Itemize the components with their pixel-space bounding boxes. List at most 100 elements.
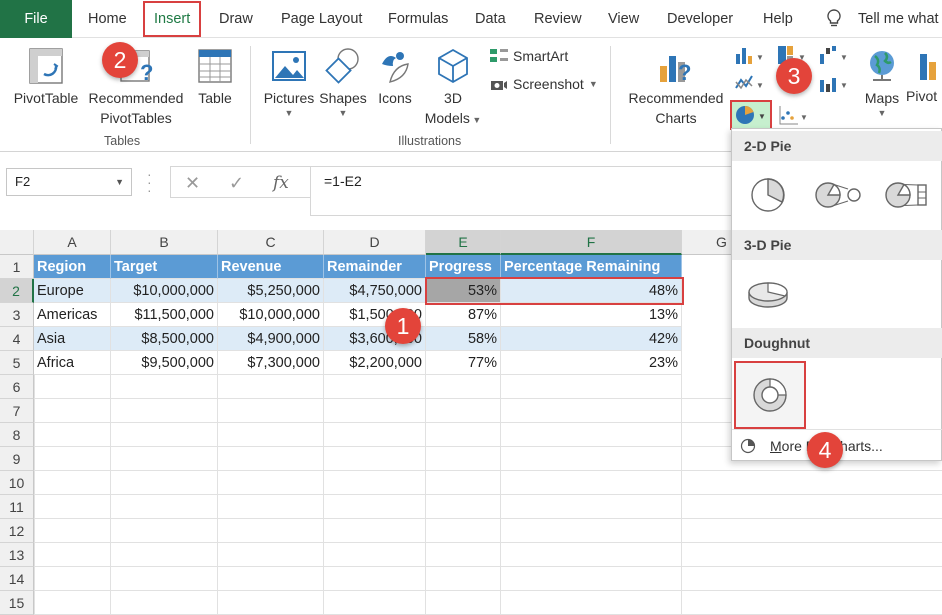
recommended-charts-button[interactable]: ? Recommended Charts: [622, 46, 730, 128]
pivotchart-button[interactable]: Pivot: [906, 46, 942, 106]
pie-chart-dropdown: 2-D Pie 3-D Pie Doughnut More P: [731, 128, 942, 461]
table-header-cell[interactable]: Revenue: [218, 255, 324, 279]
tab-view[interactable]: View: [608, 0, 639, 38]
name-box[interactable]: F2 ▼: [6, 168, 132, 196]
table-cell[interactable]: $10,000,000: [218, 303, 324, 327]
column-header-a[interactable]: A: [34, 230, 111, 255]
row-header[interactable]: 1: [0, 255, 34, 279]
table-cell[interactable]: Asia: [34, 327, 111, 351]
section-2d-pie: 2-D Pie: [732, 131, 942, 161]
smartart-icon: [490, 49, 508, 62]
row-header[interactable]: 11: [0, 495, 34, 519]
column-header-f[interactable]: F: [501, 230, 682, 255]
cancel-icon[interactable]: ✕: [185, 173, 200, 194]
combo-chart-button[interactable]: ▼: [818, 72, 848, 97]
table-cell[interactable]: $8,500,000: [111, 327, 218, 351]
table-cell[interactable]: 23%: [501, 351, 682, 375]
row-header[interactable]: 13: [0, 543, 34, 567]
scatter-chart-button[interactable]: ▼: [778, 104, 808, 129]
table-cell[interactable]: 77%: [426, 351, 501, 375]
screenshot-button[interactable]: Screenshot ▼: [490, 76, 598, 92]
tab-insert[interactable]: Insert: [143, 1, 202, 37]
row-header[interactable]: 4: [0, 327, 34, 351]
row-header[interactable]: 12: [0, 519, 34, 543]
table-cell[interactable]: Africa: [34, 351, 111, 375]
table-header-cell[interactable]: Region: [34, 255, 111, 279]
row-header[interactable]: 15: [0, 591, 34, 615]
tab-data[interactable]: Data: [475, 0, 506, 38]
pie-2d-icon[interactable]: [748, 175, 788, 215]
gridline: [500, 375, 501, 615]
tab-formulas[interactable]: Formulas: [388, 0, 448, 38]
table-header-cell[interactable]: Target: [111, 255, 218, 279]
formula-bar-grip-icon[interactable]: · · ·: [147, 167, 152, 197]
column-chart-button[interactable]: ▼: [734, 44, 764, 69]
column-header-d[interactable]: D: [324, 230, 426, 255]
callout-badge-3: 3: [776, 58, 812, 94]
doughnut-chart-option[interactable]: [734, 361, 806, 429]
table-cell[interactable]: 13%: [501, 303, 682, 327]
tab-home[interactable]: Home: [88, 0, 127, 38]
table-cell[interactable]: $2,200,000: [324, 351, 426, 375]
table-cell[interactable]: $10,000,000: [111, 279, 218, 303]
globe-icon: [870, 51, 894, 81]
icons-button[interactable]: Icons: [372, 46, 418, 108]
row-header[interactable]: 5: [0, 351, 34, 375]
smartart-button[interactable]: SmartArt: [490, 48, 568, 64]
svg-text:▼: ▼: [840, 81, 848, 90]
tab-help[interactable]: Help: [763, 0, 793, 38]
name-box-caret-icon[interactable]: ▼: [115, 169, 124, 195]
tab-draw[interactable]: Draw: [219, 0, 253, 38]
row-header[interactable]: 14: [0, 567, 34, 591]
column-header-e[interactable]: E: [426, 230, 501, 255]
row-header[interactable]: 2: [0, 279, 34, 303]
table-cell[interactable]: $4,750,000: [324, 279, 426, 303]
table-header-cell[interactable]: Progress: [426, 255, 501, 279]
waterfall-chart-button[interactable]: ▼: [818, 44, 848, 69]
row-header[interactable]: 8: [0, 423, 34, 447]
table-header-cell[interactable]: Remainder: [324, 255, 426, 279]
tab-file[interactable]: File: [0, 0, 72, 38]
table-cell[interactable]: $5,250,000: [218, 279, 324, 303]
table-cell[interactable]: Europe: [34, 279, 111, 303]
column-header-c[interactable]: C: [218, 230, 324, 255]
column-header-b[interactable]: B: [111, 230, 218, 255]
3d-models-button[interactable]: 3D Models ▼: [420, 46, 486, 130]
tell-me-box[interactable]: Tell me what: [858, 0, 939, 38]
pivottable-button[interactable]: PivotTable: [10, 46, 82, 108]
pie-chart-button[interactable]: ▼: [730, 100, 772, 130]
table-cell[interactable]: 42%: [501, 327, 682, 351]
pie-of-pie-icon[interactable]: [814, 179, 864, 211]
tab-page-layout[interactable]: Page Layout: [281, 0, 362, 38]
row-header[interactable]: 10: [0, 471, 34, 495]
table-cell[interactable]: $7,300,000: [218, 351, 324, 375]
recommended-charts-icon: ?: [660, 56, 691, 85]
table-cell[interactable]: Americas: [34, 303, 111, 327]
row-header[interactable]: 7: [0, 399, 34, 423]
row-header[interactable]: 3: [0, 303, 34, 327]
maps-button[interactable]: Maps ▼: [858, 46, 906, 118]
waterfall-chart-icon: ▼: [820, 46, 848, 64]
row-header[interactable]: 9: [0, 447, 34, 471]
enter-check-icon[interactable]: ✓: [229, 173, 244, 194]
group-separator: [250, 46, 251, 144]
table-cell[interactable]: 58%: [426, 327, 501, 351]
select-all-corner[interactable]: [0, 230, 34, 255]
bar-of-pie-icon[interactable]: [884, 179, 934, 211]
table-cell[interactable]: $4,900,000: [218, 327, 324, 351]
screenshot-caret-icon: ▼: [588, 79, 598, 89]
pictures-button[interactable]: Pictures ▼: [258, 46, 320, 118]
insert-function-icon[interactable]: fx: [273, 173, 289, 193]
table-button[interactable]: Table: [192, 46, 238, 108]
tab-developer[interactable]: Developer: [667, 0, 733, 38]
table-cell[interactable]: $9,500,000: [111, 351, 218, 375]
tab-review[interactable]: Review: [534, 0, 582, 38]
table-header-cell[interactable]: Percentage Remaining: [501, 255, 682, 279]
row-header[interactable]: 6: [0, 375, 34, 399]
line-chart-button[interactable]: ▼: [734, 72, 764, 97]
table-cell[interactable]: $11,500,000: [111, 303, 218, 327]
formula-input[interactable]: =1-E2: [310, 166, 750, 216]
table-cell[interactable]: 87%: [426, 303, 501, 327]
shapes-button[interactable]: Shapes ▼: [318, 46, 368, 118]
pie-3d-icon[interactable]: [746, 277, 790, 311]
